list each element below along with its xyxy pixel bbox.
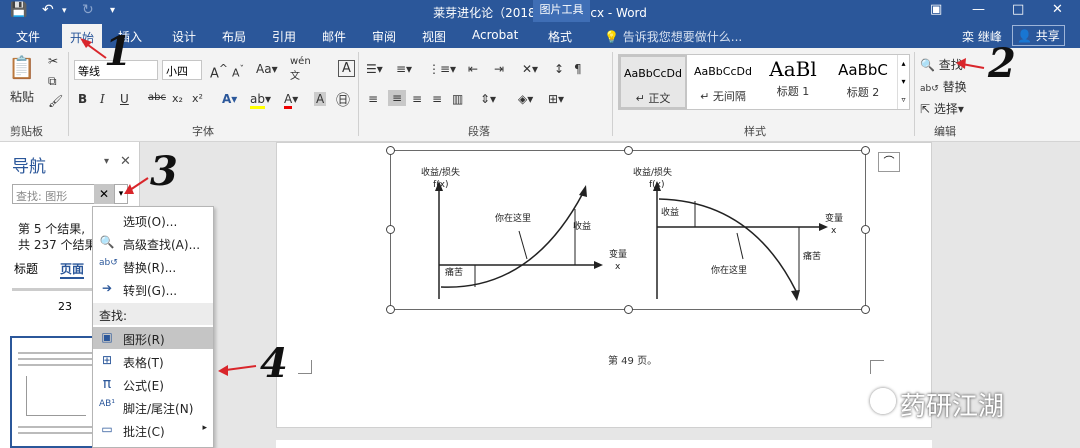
annotation-number: 1: [104, 28, 132, 75]
annotation-number: 2: [988, 40, 1016, 87]
wechat-icon: [870, 388, 896, 414]
annotation-number: 3: [150, 148, 178, 195]
watermark-text: 药研江湖: [900, 392, 1005, 422]
annotation-number: 4: [260, 340, 288, 387]
annotation-arrows: [80, 38, 985, 376]
